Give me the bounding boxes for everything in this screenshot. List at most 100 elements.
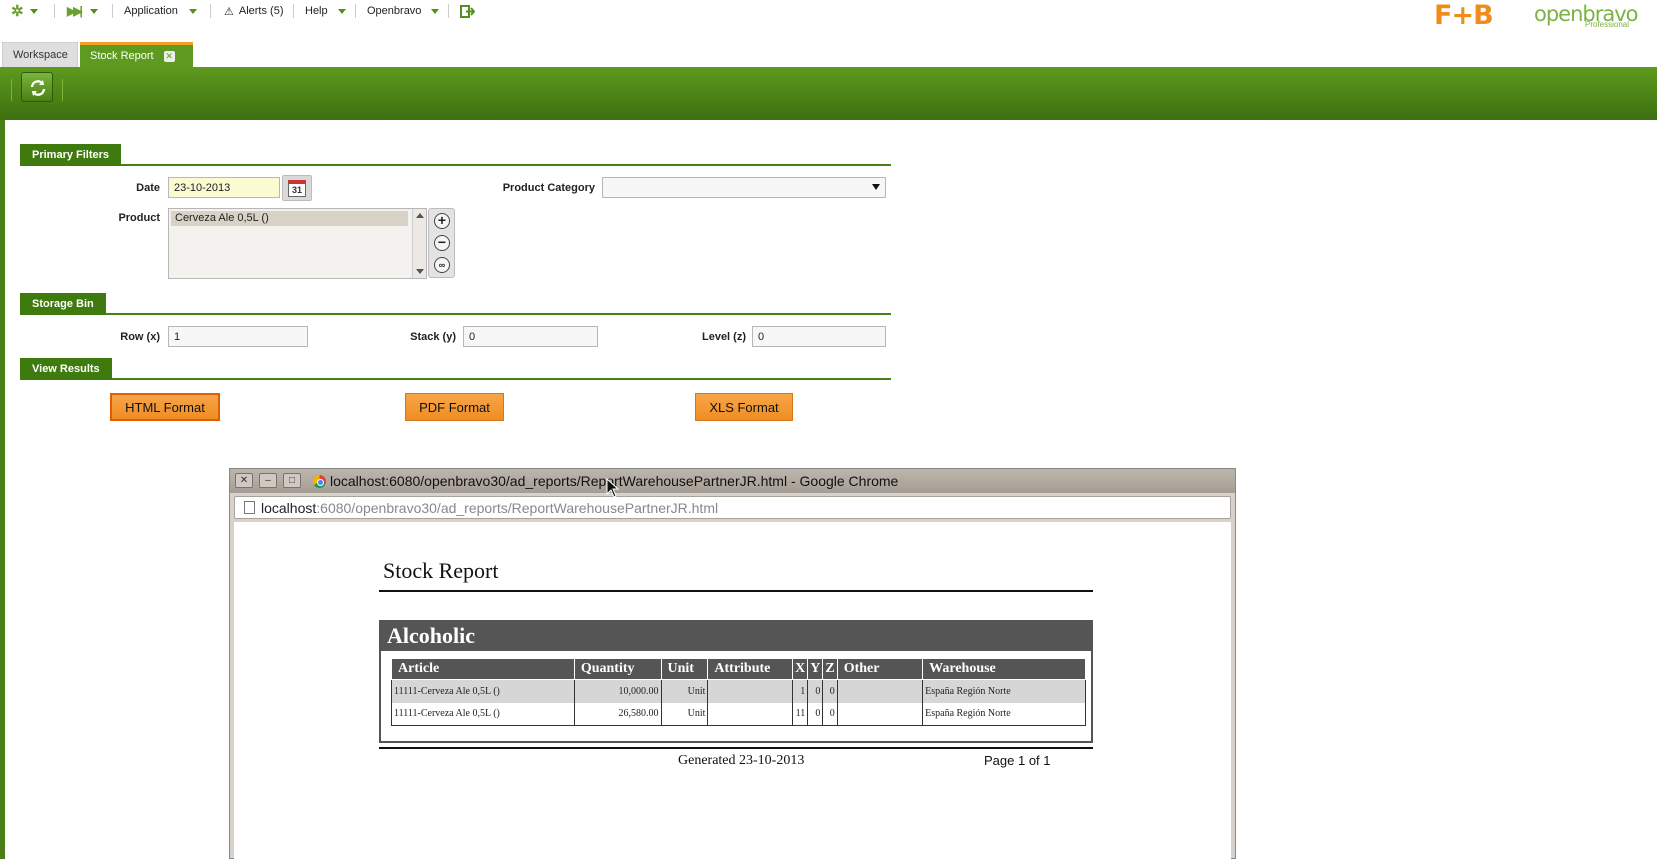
y-cell: 0	[807, 679, 824, 703]
report-generated-date: Generated 23-10-2013	[678, 753, 805, 768]
other-cell	[836, 702, 924, 726]
toolbar-divider	[11, 79, 12, 101]
unit-cell: Unit	[660, 679, 709, 703]
chevron-down-icon	[337, 8, 346, 14]
calendar-icon: 31	[288, 179, 306, 197]
html-format-button[interactable]: HTML Format	[110, 393, 220, 421]
primary-filters-title: Primary Filters	[20, 144, 122, 166]
tab-workspace[interactable]: Workspace	[2, 42, 78, 67]
quick-create-menu[interactable]: ▶▶|	[67, 3, 98, 19]
chevron-down-icon	[188, 8, 197, 14]
nav-divider	[210, 4, 211, 18]
mouse-cursor-icon	[606, 478, 619, 498]
nav-divider	[112, 4, 113, 18]
row-label: Row (x)	[120, 331, 160, 343]
article-cell: 11111-Cerveza Ale 0,5L ()	[391, 702, 575, 726]
application-menu[interactable]: Application	[124, 3, 197, 19]
scrollbar[interactable]	[412, 209, 426, 278]
level-field[interactable]	[752, 326, 886, 347]
top-navigation: ✲ ▶▶| Application ⚠ Alerts (5) Help Openb…	[0, 0, 1657, 31]
nav-divider	[448, 4, 449, 18]
refresh-icon	[30, 80, 46, 96]
stock-table: Article Quantity Unit Attribute X Y Z Ot…	[391, 658, 1086, 726]
tab-label: Stock Report	[90, 50, 154, 62]
product-list-item[interactable]: Cerveza Ale 0,5L ()	[171, 211, 408, 226]
chevron-down-icon	[29, 8, 38, 14]
openbravo-edition: Professional	[1585, 20, 1630, 29]
column-header: Other	[836, 658, 924, 680]
product-list[interactable]: Cerveza Ale 0,5L ()	[168, 208, 427, 279]
product-category-select[interactable]	[602, 177, 886, 198]
report-page-info: Page 1 of 1	[984, 753, 1051, 768]
article-cell: 11111-Cerveza Ale 0,5L ()	[391, 679, 575, 703]
maximize-window-button[interactable]: □	[283, 473, 301, 488]
column-header: Unit	[660, 658, 709, 680]
row-field[interactable]	[168, 326, 308, 347]
refresh-button[interactable]	[21, 72, 53, 102]
x-cell: 11	[792, 702, 809, 726]
nav-divider	[54, 4, 55, 18]
toolbar	[0, 67, 1657, 120]
tab-stock-report[interactable]: Stock Report ✕	[80, 42, 193, 67]
chevron-down-icon	[872, 184, 880, 190]
column-header: Y	[807, 658, 824, 680]
app-root: ✲ ▶▶| Application ⚠ Alerts (5) Help Openb…	[0, 0, 1657, 859]
table-row: 11111-Cerveza Ale 0,5L () 10,000.00 Unit…	[391, 679, 1086, 703]
z-cell: 0	[822, 679, 838, 703]
chevron-down-icon	[89, 8, 98, 14]
nav-divider	[293, 4, 294, 18]
stack-field[interactable]	[463, 326, 598, 347]
logout-button[interactable]	[460, 3, 475, 19]
warehouse-cell: España Región Norte	[922, 679, 1086, 703]
table-header-row: Article Quantity Unit Attribute X Y Z Ot…	[391, 658, 1086, 680]
attribute-cell	[707, 702, 794, 726]
report-title-rule	[379, 590, 1093, 592]
pdf-format-button[interactable]: PDF Format	[405, 393, 504, 421]
clear-products-button[interactable]: ∞	[434, 257, 450, 273]
help-menu[interactable]: Help	[305, 3, 346, 19]
quick-launch-menu[interactable]: ✲	[11, 3, 38, 20]
minimize-window-button[interactable]: –	[259, 473, 277, 488]
user-menu[interactable]: Openbravo	[367, 3, 440, 19]
address-bar[interactable]: localhost:6080/openbravo30/ad_reports/Re…	[234, 496, 1231, 519]
x-cell: 1	[792, 679, 809, 703]
xls-format-button[interactable]: XLS Format	[695, 393, 793, 421]
close-icon[interactable]: ✕	[163, 50, 175, 62]
column-header: X	[792, 658, 809, 680]
alerts-label: Alerts (5)	[238, 5, 284, 17]
level-label: Level (z)	[701, 331, 746, 343]
column-header: Z	[822, 658, 838, 680]
stack-label: Stack (y)	[410, 331, 456, 343]
close-window-button[interactable]: ✕	[235, 473, 253, 488]
z-cell: 0	[822, 702, 838, 726]
user-menu-label: Openbravo	[367, 5, 422, 17]
popup-titlebar[interactable]: ✕ – □ localhost:6080/openbravo30/ad_repo…	[230, 469, 1235, 493]
calendar-button[interactable]: 31	[282, 175, 312, 201]
chevron-down-icon	[431, 8, 440, 14]
url-host: localhost	[261, 500, 317, 516]
table-row: 11111-Cerveza Ale 0,5L () 26,580.00 Unit…	[391, 702, 1086, 726]
attribute-cell	[707, 679, 794, 703]
report-footer-rule	[379, 747, 1093, 749]
product-label: Product	[118, 212, 160, 224]
date-field[interactable]	[168, 177, 280, 198]
report-category-title: Alcoholic	[381, 622, 1091, 651]
alerts-link[interactable]: ⚠ Alerts (5)	[224, 3, 284, 19]
warehouse-cell: España Región Norte	[922, 702, 1086, 726]
add-product-button[interactable]: +	[434, 213, 450, 229]
scroll-up-icon	[416, 213, 424, 218]
url-text: localhost:6080/openbravo30/ad_reports/Re…	[261, 500, 718, 516]
y-cell: 0	[807, 702, 824, 726]
chrome-icon	[313, 475, 326, 488]
report-page: Stock Report Alcoholic Article Quantity …	[234, 522, 1231, 859]
column-header: Article	[391, 658, 575, 680]
remove-product-button[interactable]: −	[434, 235, 450, 251]
url-path: :6080/openbravo30/ad_reports/ReportWareh…	[316, 500, 719, 516]
report-popup-window: ✕ – □ localhost:6080/openbravo30/ad_repo…	[229, 468, 1236, 859]
application-menu-label: Application	[124, 5, 178, 17]
tab-bar: Workspace Stock Report ✕	[0, 40, 1657, 67]
logout-icon	[460, 4, 475, 18]
view-results-title: View Results	[20, 358, 112, 380]
fb-logo: F+B	[1434, 0, 1494, 31]
scroll-down-icon	[416, 269, 424, 274]
